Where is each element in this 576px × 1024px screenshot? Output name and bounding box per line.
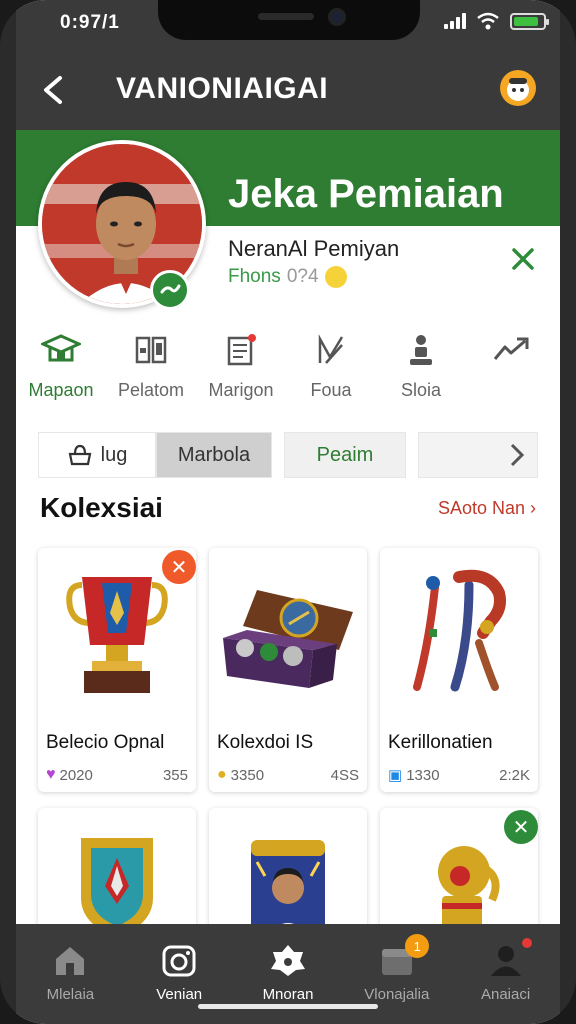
tab-marbola[interactable]: Marbola xyxy=(156,432,272,478)
screen: 0:97/1 VANIONIAIGAI Jeka Pemiaian NeranA… xyxy=(16,0,560,1024)
see-all-link[interactable]: SAoto Nan › xyxy=(438,498,536,519)
collection-card[interactable] xyxy=(38,808,196,938)
heart-icon: ♥ xyxy=(46,766,56,783)
card-name: Kerillonatien xyxy=(388,732,493,753)
profile-name: Jeka Pemiaian xyxy=(228,172,504,216)
tab-label: lug xyxy=(100,443,128,466)
tab-label: Peaim xyxy=(316,443,374,466)
profile-meta: Fhons 0?4 xyxy=(228,266,347,288)
nav-vlonajalia[interactable]: Vlonajalia 1 xyxy=(342,924,451,1024)
category-share[interactable] xyxy=(466,330,556,420)
category-sloia[interactable]: Sloia xyxy=(376,330,466,420)
category-mapaon[interactable]: Mapaon xyxy=(16,330,106,420)
nav-anaiaci[interactable]: Anaiaci xyxy=(451,924,560,1024)
category-marigon[interactable]: Marigon xyxy=(196,330,286,420)
status-icons xyxy=(444,12,549,30)
nav-label: Mlelaia xyxy=(46,986,95,1003)
tab-peaim[interactable]: Peaim xyxy=(284,432,406,478)
collection-card[interactable]: ✕ Belecio Opnal ♥ 2020 355 xyxy=(38,548,196,792)
card-stat-1: 2020 xyxy=(59,766,93,784)
category-label: Pelatom xyxy=(117,380,185,400)
app-bar: VANIONIAIGAI xyxy=(16,50,560,130)
category-label: Marigon xyxy=(208,380,274,400)
player-card-image xyxy=(209,808,367,938)
bag-icon xyxy=(68,444,91,466)
front-camera xyxy=(328,8,346,26)
profile-meta-value: 0?4 xyxy=(286,266,319,287)
graduation-cap-icon xyxy=(41,334,81,362)
nav-label: Venian xyxy=(156,986,203,1003)
chevron-right-icon xyxy=(510,443,525,467)
card-stat-1: 3350 xyxy=(230,766,265,784)
status-bar: 0:97/1 xyxy=(16,0,560,50)
nav-label: Anaiaci xyxy=(480,986,531,1003)
see-all-label: SAoto Nan xyxy=(437,498,525,518)
user-avatar-icon[interactable] xyxy=(498,68,538,108)
person-icon xyxy=(490,946,521,976)
notch xyxy=(158,0,420,40)
close-icon[interactable]: ✕ xyxy=(162,550,196,584)
collection-card[interactable]: Kerillonatien ▣ 1330 2:2K xyxy=(380,548,538,792)
speaker-grille xyxy=(258,13,314,20)
category-bar: Mapaon Pelatom Marigon Foua Sloia xyxy=(16,330,560,420)
pen-icon xyxy=(318,334,344,364)
status-time: 0:97/1 xyxy=(60,12,120,33)
share-arrow-icon xyxy=(493,337,529,360)
nav-label: Vlonajalia xyxy=(364,986,430,1003)
tab-lug[interactable]: lug xyxy=(38,432,156,478)
collection-card[interactable]: Kolexdoi IS ● 3350 4SS xyxy=(209,548,367,792)
book-icon xyxy=(135,336,167,364)
signal-icon xyxy=(444,13,466,29)
nav-venian[interactable]: Venian xyxy=(125,924,234,1024)
sticks-image xyxy=(380,548,538,718)
card-name: Belecio Opnal xyxy=(46,732,165,753)
card-stats: ▣ 1330 2:2K xyxy=(388,766,530,785)
app-title: VANIONIAIGAI xyxy=(116,72,329,105)
home-icon xyxy=(56,947,85,975)
card-stats: ● 3350 4SS xyxy=(217,766,359,784)
card-stat-2: 2:2K xyxy=(499,766,530,784)
alert-dot xyxy=(521,938,532,948)
category-foua[interactable]: Foua xyxy=(286,330,376,420)
back-arrow-icon[interactable] xyxy=(34,70,74,110)
collection-title: Kolexsiai xyxy=(40,492,163,523)
profile-subtitle: NeranAl Pemiyan xyxy=(228,236,400,261)
card-stat-2: 4SS xyxy=(330,766,359,784)
figure-icon xyxy=(410,335,432,365)
tab-label: Marbola xyxy=(177,443,251,466)
card-name: Kolexdoi IS xyxy=(217,732,314,753)
profile-meta-label: Fhons xyxy=(228,266,281,287)
tag-icon: ▣ xyxy=(388,767,403,784)
notepad-icon xyxy=(227,334,256,366)
filter-tabs: lug Marbola Peaim xyxy=(38,432,538,478)
wifi-icon xyxy=(477,12,499,30)
category-label: Sloia xyxy=(400,380,442,400)
star-badge-icon xyxy=(270,945,305,976)
home-indicator[interactable] xyxy=(198,1004,378,1009)
category-label: Mapaon xyxy=(28,380,94,400)
notification-badge: 1 xyxy=(405,934,430,958)
nav-mnoran[interactable]: Mnoran xyxy=(234,924,343,1024)
tab-more[interactable] xyxy=(418,432,538,478)
shield-image xyxy=(38,808,196,938)
card-stats: ♥ 2020 355 xyxy=(46,766,188,784)
treasure-box-image xyxy=(209,548,367,718)
battery-icon xyxy=(510,12,549,30)
category-label: Foua xyxy=(310,380,352,400)
camera-icon xyxy=(162,945,196,977)
card-stat-2: 355 xyxy=(162,766,188,784)
verified-badge-icon xyxy=(150,270,190,310)
check-icon[interactable]: ✕ xyxy=(504,810,538,844)
phone-frame: 0:97/1 VANIONIAIGAI Jeka Pemiaian NeranA… xyxy=(0,0,576,1024)
nav-home[interactable]: Mlelaia xyxy=(16,924,125,1024)
bottom-navigation: Mlelaia Venian Mnoran Vlonajalia 1 Anaia… xyxy=(16,924,560,1024)
nav-label: Mnoran xyxy=(262,986,314,1003)
close-icon[interactable] xyxy=(508,244,538,274)
category-pelatom[interactable]: Pelatom xyxy=(106,330,196,420)
card-stat-1: 1330 xyxy=(406,766,440,784)
coin-icon: ● xyxy=(217,766,227,783)
smile-icon[interactable] xyxy=(324,266,347,288)
collection-card[interactable]: ✕ xyxy=(380,808,538,938)
collection-card[interactable] xyxy=(209,808,367,938)
